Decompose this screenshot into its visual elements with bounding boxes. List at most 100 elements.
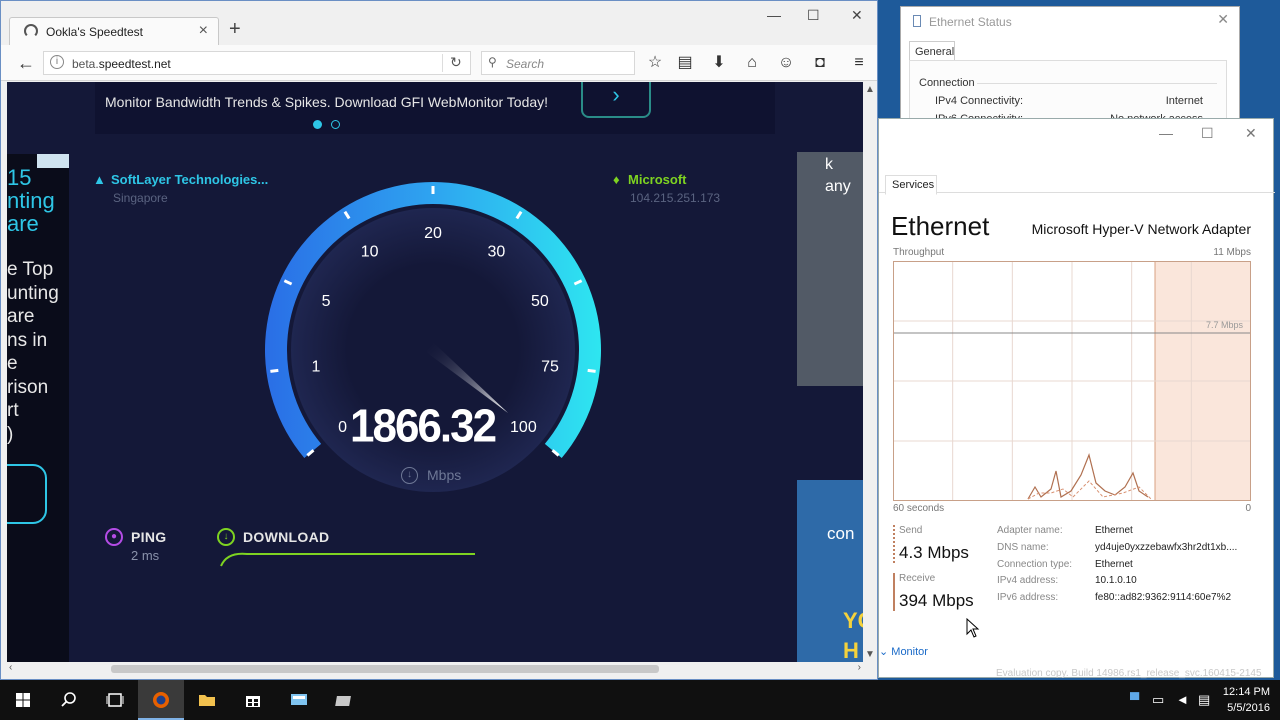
url-divider	[442, 54, 443, 72]
horizontal-scrollbar[interactable]: ‹ ›	[7, 662, 863, 676]
close-icon[interactable]: ✕	[1217, 11, 1229, 28]
url-bar[interactable]: i beta.speedtest.net ↻	[43, 51, 471, 75]
file-explorer-button[interactable]	[184, 680, 230, 720]
right-ad-bottom-text2: YC H	[843, 608, 863, 662]
url-domain: speedtest.net	[98, 57, 171, 71]
server-left-name[interactable]: SoftLayer Technologies...	[111, 172, 268, 187]
start-button[interactable]	[0, 680, 46, 720]
right-advertisement-bottom[interactable]: con YC H	[797, 480, 863, 662]
gauge-label: 30	[488, 243, 506, 260]
notification-area-icon[interactable]: ▀	[1130, 692, 1139, 707]
close-button[interactable]: ✕	[851, 7, 863, 24]
firefox-taskbar-button[interactable]	[138, 680, 184, 720]
left-advertisement[interactable]: 15 nting are e Top unting are ns in e ri…	[7, 154, 69, 662]
gauge-tick	[270, 368, 279, 373]
reload-icon[interactable]: ↻	[450, 54, 462, 71]
gauge-tick	[587, 368, 596, 373]
search-box[interactable]: ⚲ Search	[481, 51, 635, 75]
search-taskbar-button[interactable]	[46, 680, 92, 720]
scroll-down-icon[interactable]: ▼	[865, 649, 875, 660]
gridline-label: 7.7 Mbps	[1206, 320, 1244, 330]
back-button[interactable]: ←	[13, 51, 39, 75]
tm-minimize-button[interactable]: —	[1159, 125, 1173, 141]
tm-tab-strip: Services	[879, 171, 1275, 195]
bookmark-star-icon[interactable]: ☆	[645, 53, 665, 73]
ping-value: 2 ms	[131, 548, 160, 563]
ipv6-address-label: IPv6 address:	[997, 592, 1059, 603]
throughput-graph: 7.7 Mbps	[893, 261, 1251, 501]
group-divider	[977, 83, 1217, 84]
banner-next-button[interactable]: ›	[581, 82, 651, 118]
tm-close-button[interactable]: ✕	[1245, 125, 1257, 142]
volume-muted-icon[interactable]: ◄	[1176, 692, 1189, 707]
scroll-up-icon[interactable]: ▲	[865, 84, 875, 95]
home-icon[interactable]: ⌂	[742, 53, 762, 73]
scrollbar-thumb[interactable]	[111, 665, 659, 673]
scroll-right-icon[interactable]: ›	[858, 662, 861, 673]
tm-maximize-button[interactable]: ☐	[1201, 125, 1214, 142]
folder-icon	[199, 695, 215, 706]
gauge-label: 20	[424, 225, 442, 242]
server-left-location: Singapore	[113, 191, 168, 205]
ipv4-address-value: 10.1.0.10	[1095, 575, 1137, 586]
scroll-left-icon[interactable]: ‹	[9, 662, 12, 673]
windows-logo-icon	[16, 693, 30, 707]
right-ad-top-text: k any	[825, 156, 851, 195]
server-right-name[interactable]: Microsoft	[628, 172, 687, 187]
user-icon: ♦	[613, 172, 620, 187]
network-connections-button[interactable]	[322, 680, 368, 720]
gauge-label: 50	[531, 293, 549, 310]
new-tab-button[interactable]: +	[229, 19, 241, 39]
download-icon[interactable]: ⬇	[709, 53, 729, 73]
firefox-icon	[153, 692, 169, 708]
vertical-scrollbar[interactable]: ▲ ▼	[863, 82, 877, 662]
clock[interactable]: 12:14 PM 5/5/2016	[1223, 684, 1270, 716]
task-view-icon	[106, 693, 124, 707]
store-button[interactable]	[230, 680, 276, 720]
speed-unit: Mbps	[427, 467, 462, 483]
network-title: Ethernet	[891, 211, 990, 241]
tab-title: Ookla's Speedtest	[46, 25, 144, 39]
chat-icon[interactable]: ☺	[776, 53, 796, 73]
speedtest-favicon-icon	[24, 24, 38, 38]
tab-services[interactable]: Services	[885, 175, 937, 195]
gauge-label: 10	[361, 243, 379, 260]
connection-group-label: Connection	[919, 77, 975, 89]
ipv4-connectivity-label: IPv4 Connectivity:	[935, 95, 1024, 107]
carousel-dot-active[interactable]	[313, 120, 322, 129]
left-ad-button[interactable]	[7, 464, 47, 524]
monitor-icon	[291, 694, 307, 705]
menu-icon[interactable]: ≡	[849, 53, 869, 73]
network-tray-icon[interactable]: ▭	[1152, 692, 1164, 708]
network-app-button[interactable]	[276, 680, 322, 720]
ad-banner[interactable]: Monitor Bandwidth Trends & Spikes. Downl…	[95, 82, 775, 134]
tab-bar: Ookla's Speedtest × + — ☐ ✕	[1, 1, 877, 45]
action-center-icon[interactable]: ▤	[1198, 692, 1210, 708]
download-arrow-icon: ↓	[401, 467, 418, 484]
server-right-ip: 104.215.251.173	[630, 191, 721, 205]
network-connections-icon	[335, 696, 351, 706]
send-label: Send	[899, 525, 923, 536]
ipv4-connectivity-value: Internet	[1165, 95, 1203, 107]
receive-value: 394 Mbps	[899, 591, 974, 610]
resource-monitor-link[interactable]: ⌄ Monitor	[879, 645, 928, 658]
site-info-icon[interactable]: i	[50, 55, 64, 69]
right-advertisement-top[interactable]: k any	[797, 152, 863, 386]
dns-name-value: yd4uje0yxzzebawfx3hr2dt1xb....	[1095, 542, 1238, 553]
carousel-dot[interactable]	[331, 120, 340, 129]
tab-speedtest[interactable]: Ookla's Speedtest ×	[9, 17, 219, 45]
maximize-button[interactable]: ☐	[807, 7, 820, 24]
reading-list-icon[interactable]: ▤	[675, 53, 695, 73]
pocket-icon[interactable]: ◘	[810, 53, 830, 73]
tab-general[interactable]: General	[909, 41, 955, 61]
throughput-max: 11 Mbps	[1213, 247, 1251, 258]
download-label: DOWNLOAD	[243, 529, 330, 545]
minimize-button[interactable]: —	[767, 7, 781, 23]
ethernet-status-window: Ethernet Status ✕ General Connection IPv…	[900, 6, 1240, 136]
tab-close-icon[interactable]: ×	[199, 22, 208, 40]
banner-text: Monitor Bandwidth Trends & Spikes. Downl…	[105, 94, 549, 110]
gauge-label: 0	[338, 419, 347, 436]
task-manager-window: — ☐ ✕ Services Ethernet Microsoft Hyper-…	[878, 118, 1275, 678]
task-view-button[interactable]	[92, 680, 138, 720]
search-placeholder: Search	[506, 57, 545, 71]
